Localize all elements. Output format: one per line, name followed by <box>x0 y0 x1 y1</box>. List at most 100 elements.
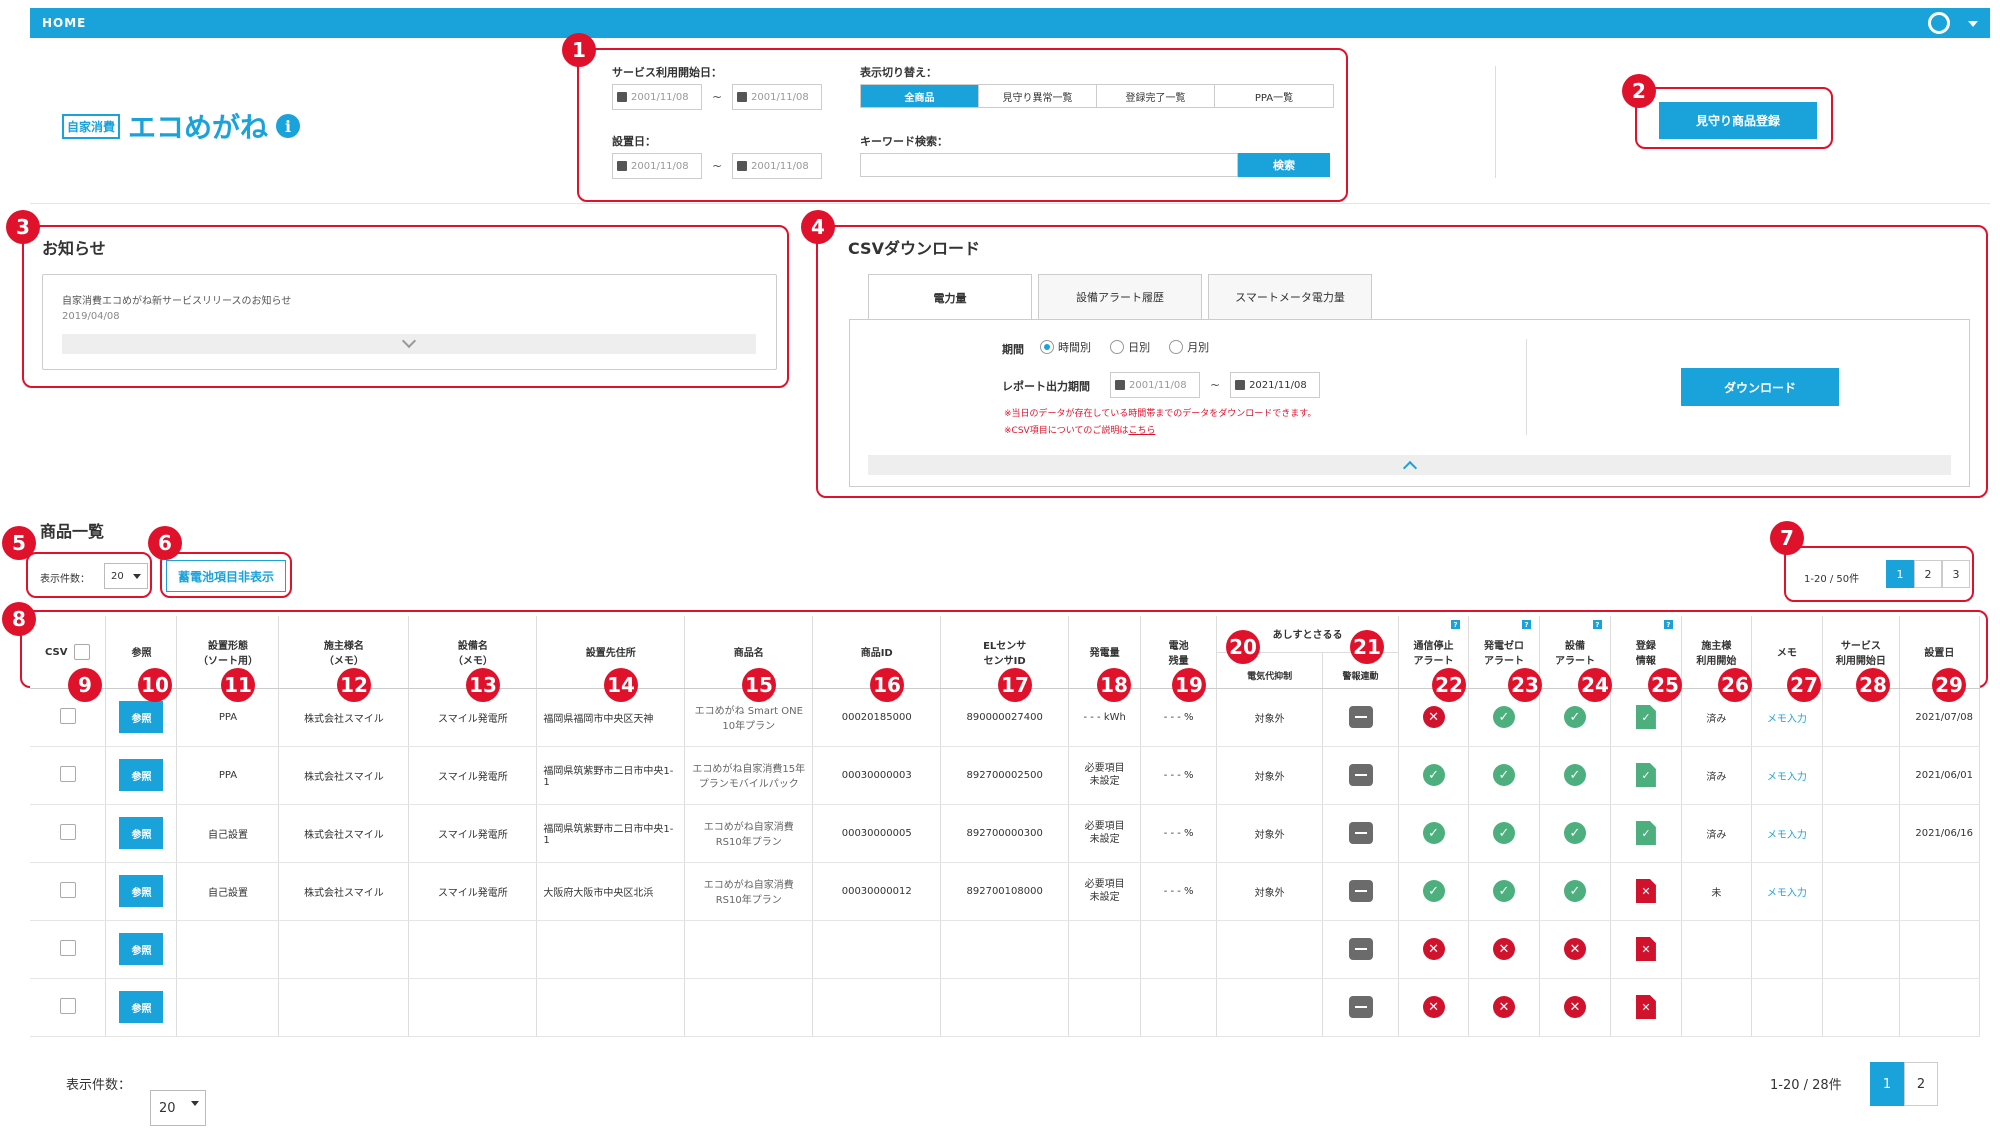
install-to-date[interactable]: 2001/11/08 <box>732 153 823 179</box>
row-checkbox-cell <box>30 978 107 1037</box>
period-hourly[interactable]: 時間別 <box>1040 339 1091 355</box>
tab-equipment-alert[interactable]: 設備アラート履歴 <box>1038 274 1202 320</box>
calendar-icon <box>617 161 627 171</box>
service-from-value: 2001/11/08 <box>631 91 689 103</box>
pager: 1 2 3 <box>1886 560 1970 588</box>
service-to-date[interactable]: 2001/11/08 <box>732 84 823 110</box>
list-title: 商品一覧 <box>40 522 105 541</box>
owner-cell: 株式会社スマイル <box>278 862 410 921</box>
period-daily[interactable]: 日別 <box>1110 339 1150 355</box>
user-icon[interactable] <box>1928 12 1950 34</box>
check-circle-icon: ✓ <box>1563 880 1586 902</box>
tab-smart-meter[interactable]: スマートメータ電力量 <box>1208 274 1372 320</box>
document-ok-icon[interactable]: ✓ <box>1635 705 1656 729</box>
row-checkbox[interactable] <box>59 765 76 782</box>
facility-cell: スマイル発電所 <box>408 804 538 863</box>
calendar-icon <box>737 161 748 171</box>
type-cell: PPA <box>176 746 280 805</box>
logo-name: エコめがね <box>128 111 269 144</box>
pager-text: 1-20 / 50件 <box>1804 574 1860 585</box>
ref-button[interactable]: 参照 <box>119 759 164 791</box>
register-product-button[interactable]: 見守り商品登録 <box>1659 102 1817 139</box>
denki-value: 対象外 <box>1254 771 1285 783</box>
report-to-date[interactable]: 2021/11/08 <box>1230 372 1321 398</box>
info-icon[interactable]: i <box>276 114 301 138</box>
denki-value: 対象外 <box>1254 829 1285 841</box>
select-all-checkbox[interactable] <box>74 643 91 660</box>
ref-button[interactable]: 参照 <box>119 701 164 733</box>
row-checkbox[interactable] <box>59 707 76 724</box>
document-error-icon[interactable]: ✕ <box>1635 937 1656 961</box>
row-checkbox[interactable] <box>59 939 76 956</box>
per-page-select[interactable]: 20 <box>104 563 148 589</box>
col-owner-label: 施主様名 <box>323 640 364 652</box>
error-circle-icon: ✕ <box>1492 996 1515 1018</box>
sensor-cell <box>940 920 1070 979</box>
tab-power[interactable]: 電力量 <box>868 274 1032 320</box>
install-date-cell: 2021/06/16 <box>1899 804 1981 863</box>
csv-help-link[interactable]: こちら <box>1128 426 1155 436</box>
page-1[interactable]: 1 <box>1886 560 1914 588</box>
news-item-title[interactable]: 自家消費エコめがね新サービスリリースのお知らせ <box>62 292 291 307</box>
period-monthly[interactable]: 月別 <box>1169 339 1209 355</box>
col-owner-use-label: 施主様 <box>1701 640 1732 652</box>
error-circle-icon: ✕ <box>1422 996 1445 1018</box>
row-checkbox[interactable] <box>59 997 76 1014</box>
memo-link[interactable]: メモ入力 <box>1767 830 1807 841</box>
address-cell: 福岡県筑紫野市二日市中央1-1 <box>536 746 686 805</box>
ref-button[interactable]: 参照 <box>119 933 164 965</box>
chevron-down-icon[interactable] <box>1968 21 1978 27</box>
footer-pager: 1 2 <box>1870 1062 1938 1106</box>
generation-cell: 必要項目未設定 <box>1068 862 1142 921</box>
callout-badge: 14 <box>604 668 638 702</box>
product-id-cell <box>812 920 942 979</box>
generation-value: 必要項目未設定 <box>1084 879 1125 903</box>
search-button[interactable]: 検索 <box>1238 153 1330 177</box>
ref-button[interactable]: 参照 <box>119 875 164 907</box>
report-from-date[interactable]: 2001/11/08 <box>1110 372 1200 398</box>
download-button[interactable]: ダウンロード <box>1681 368 1839 406</box>
display-option-anomaly[interactable]: 見守り異常一覧 <box>979 85 1097 107</box>
home-link[interactable]: HOME <box>42 16 86 30</box>
footer-per-page-select[interactable]: 20 <box>150 1090 206 1126</box>
app-logo[interactable]: 自家消費 エコめがね i <box>62 106 301 146</box>
generation-value: - - - kWh <box>1083 711 1126 723</box>
page-2[interactable]: 2 <box>1914 560 1942 588</box>
col-comm-label: 通信停止 <box>1413 640 1454 652</box>
install-from-date[interactable]: 2001/11/08 <box>612 153 702 179</box>
help-icon[interactable]: ? <box>1592 620 1602 629</box>
ref-button[interactable]: 参照 <box>119 817 164 849</box>
footer-page-2[interactable]: 2 <box>1904 1062 1938 1106</box>
display-option-ppa[interactable]: PPA一覧 <box>1215 85 1333 107</box>
battery-toggle-button[interactable]: 蓄電池項目非表示 <box>166 560 286 592</box>
check-circle-icon: ✓ <box>1492 822 1515 844</box>
radio-icon <box>1110 340 1125 354</box>
col-owner-sub: （メモ） <box>323 655 364 667</box>
memo-link[interactable]: メモ入力 <box>1767 714 1807 725</box>
help-icon[interactable]: ? <box>1451 620 1460 629</box>
csv-collapse-bar[interactable] <box>868 455 1951 476</box>
display-option-registered[interactable]: 登録完了一覧 <box>1097 85 1215 107</box>
row-checkbox[interactable] <box>59 881 76 898</box>
footer-page-1[interactable]: 1 <box>1870 1062 1904 1106</box>
help-icon[interactable]: ? <box>1521 620 1531 629</box>
keyword-input[interactable] <box>860 153 1238 177</box>
news-expand-bar[interactable] <box>62 333 756 354</box>
memo-link[interactable]: メモ入力 <box>1767 888 1807 899</box>
help-icon[interactable]: ? <box>1663 620 1673 629</box>
csv-note-2-text: ※CSV項目についてのご説明は <box>1004 426 1129 436</box>
document-ok-icon[interactable]: ✓ <box>1635 821 1656 845</box>
page-3[interactable]: 3 <box>1942 560 1970 588</box>
document-error-icon[interactable]: ✕ <box>1635 995 1656 1019</box>
report-period-label: レポート出力期間 <box>1002 380 1090 393</box>
generation-cell <box>1068 978 1142 1037</box>
document-ok-icon[interactable]: ✓ <box>1635 763 1656 787</box>
document-error-icon[interactable]: ✕ <box>1635 879 1656 903</box>
service-from-date[interactable]: 2001/11/08 <box>612 84 702 110</box>
memo-link[interactable]: メモ入力 <box>1767 772 1807 783</box>
facility-cell: スマイル発電所 <box>408 862 538 921</box>
display-option-all[interactable]: 全商品 <box>861 85 979 107</box>
col-facility-label: 設備名 <box>457 640 488 652</box>
row-checkbox[interactable] <box>59 823 76 840</box>
ref-button[interactable]: 参照 <box>119 991 164 1023</box>
